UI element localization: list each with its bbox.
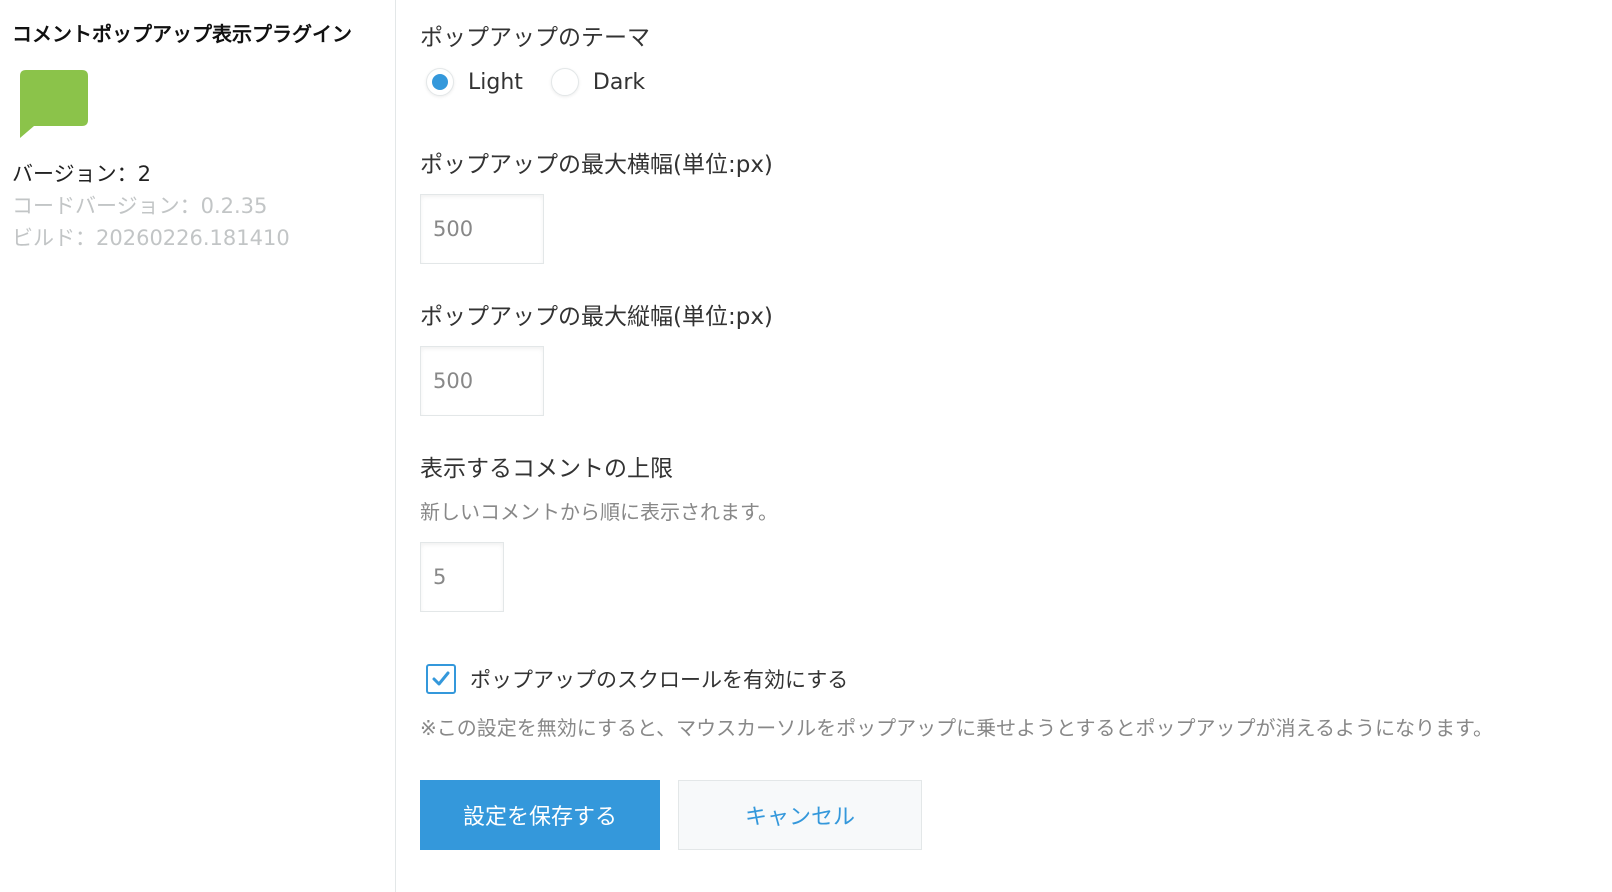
scroll-enable-checkbox[interactable]: ポップアップのスクロールを有効にする: [426, 664, 848, 694]
theme-radio-group: Light Dark: [426, 68, 673, 96]
comment-limit-description: 新しいコメントから順に表示されます。: [420, 500, 778, 524]
cancel-button[interactable]: キャンセル: [678, 780, 922, 850]
theme-radio-dark[interactable]: Dark: [550, 68, 646, 96]
theme-label: ポップアップのテーマ: [420, 25, 650, 51]
comment-limit-input[interactable]: [420, 542, 504, 612]
scroll-enable-label: ポップアップのスクロールを有効にする: [470, 668, 849, 692]
plugin-code-version: コードバージョン：0.2.35: [12, 194, 268, 218]
theme-radio-light[interactable]: Light: [426, 68, 523, 96]
save-settings-button[interactable]: 設定を保存する: [420, 780, 660, 850]
scroll-note: ※この設定を無効にすると、マウスカーソルをポップアップに乗せようとするとポップア…: [420, 716, 1493, 740]
max-width-label: ポップアップの最大横幅(単位:px): [420, 152, 773, 178]
radio-selected-dot: [432, 74, 448, 90]
radio-dark-circle[interactable]: [550, 68, 579, 96]
theme-dark-label: Dark: [592, 69, 646, 95]
max-width-input[interactable]: [420, 194, 544, 264]
plugin-version: バージョン：2: [12, 162, 151, 186]
plugin-info-sidebar: コメントポップアップ表示プラグイン バージョン：2 コードバージョン：0.2.3…: [0, 0, 396, 892]
max-height-input[interactable]: [420, 346, 544, 416]
checkbox-box[interactable]: [426, 664, 456, 694]
plugin-build: ビルド：20260226.181410: [12, 226, 290, 250]
plugin-settings-form: ポップアップのテーマ Light Dark ポップアップの最大横幅(単位:px)…: [420, 0, 1612, 892]
radio-light-circle[interactable]: [426, 68, 454, 96]
checkmark-icon: [432, 671, 450, 686]
theme-light-label: Light: [468, 69, 523, 95]
max-height-label: ポップアップの最大縦幅(単位:px): [420, 304, 773, 330]
plugin-name: コメントポップアップ表示プラグイン: [12, 22, 352, 46]
speech-bubble-icon: [20, 70, 88, 138]
comment-limit-label: 表示するコメントの上限: [420, 456, 673, 482]
